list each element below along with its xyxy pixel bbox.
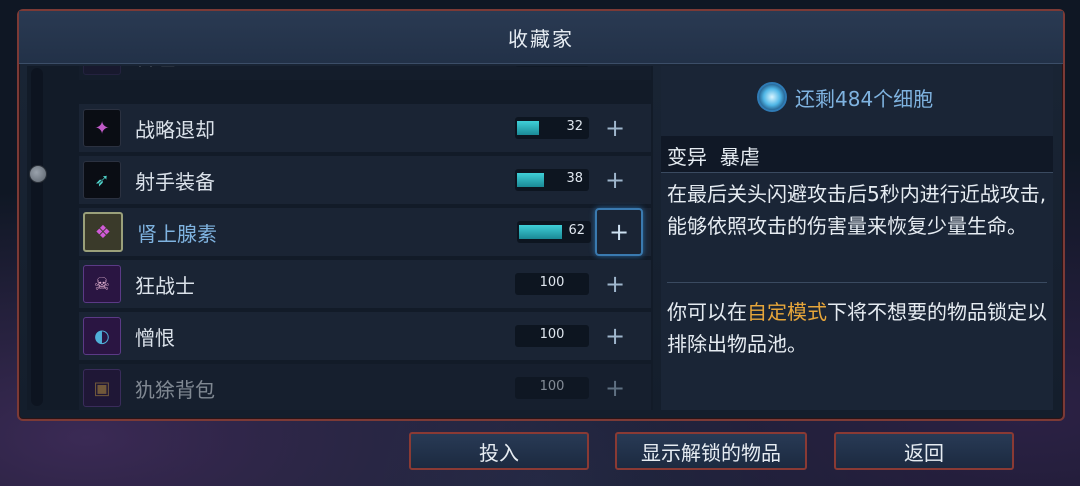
- collector-window: 收藏家 ⚗ 科理 + ✦ 战略退却 32 + ➶ 射手装备: [17, 9, 1065, 421]
- item-info-panel: 还剩484个细胞 变异 暴虐 在最后关头闪避攻击后5秒内进行近战攻击,能够依照攻…: [661, 66, 1053, 410]
- progress-bar: 100: [515, 325, 589, 347]
- custom-mode-link: 自定模式: [747, 300, 827, 324]
- item-name: 憎恨: [135, 325, 175, 350]
- lab-icon: ⚗: [83, 66, 121, 75]
- add-button[interactable]: +: [593, 366, 637, 410]
- item-name: 犰狳背包: [135, 377, 215, 402]
- list-item-selected[interactable]: ❖ 肾上腺素 62 +: [79, 208, 651, 260]
- custom-mode-hint: 你可以在自定模式下将不想要的物品锁定以排除出物品池。: [667, 296, 1047, 360]
- progress-bar: 32: [515, 117, 589, 139]
- item-description: 在最后关头闪避攻击后5秒内进行近战攻击,能够依照攻击的伤害量来恢复少量生命。: [667, 182, 1047, 238]
- mutation-header: 变异 暴虐: [661, 136, 1053, 173]
- title-bar: 收藏家: [19, 11, 1063, 64]
- list-item[interactable]: ▣ 犰狳背包 100 +: [79, 364, 651, 410]
- cell-counter: 还剩484个细胞: [757, 82, 933, 112]
- progress-value: 32: [566, 119, 583, 134]
- window-title: 收藏家: [508, 26, 574, 51]
- progress-bar: 62: [517, 221, 591, 243]
- list-item[interactable]: ✦ 战略退却 32 +: [79, 104, 651, 156]
- divider: [667, 282, 1047, 283]
- progress-fill: [517, 121, 539, 135]
- invest-button[interactable]: 投入: [409, 432, 589, 470]
- hint-prefix: 你可以在: [667, 300, 747, 324]
- item-name: 狂战士: [135, 273, 195, 298]
- mutation-label: 变异 暴虐: [667, 145, 760, 169]
- adrenaline-icon: ❖: [83, 212, 123, 252]
- item-name: 肾上腺素: [137, 221, 217, 246]
- cells-remaining: 还剩484个细胞: [795, 86, 934, 111]
- item-name: 科理: [135, 66, 495, 71]
- progress-bar: 100: [515, 377, 589, 399]
- scrollbar[interactable]: [29, 68, 47, 406]
- progress-value: 100: [539, 379, 565, 394]
- add-button[interactable]: +: [593, 262, 637, 306]
- scrollbar-thumb[interactable]: [29, 165, 47, 183]
- list-item[interactable]: ◐ 憎恨 100 +: [79, 312, 651, 364]
- berserker-icon: ☠: [83, 265, 121, 303]
- add-button[interactable]: +: [593, 158, 637, 202]
- list-item[interactable]: ⚗ 科理 +: [79, 66, 651, 84]
- back-button[interactable]: 返回: [834, 432, 1014, 470]
- hatred-icon: ◐: [83, 317, 121, 355]
- list-item[interactable]: ➶ 射手装备 38 +: [79, 156, 651, 208]
- progress-fill: [519, 225, 562, 239]
- add-button[interactable]: +: [593, 106, 637, 150]
- add-button[interactable]: +: [593, 314, 637, 358]
- progress-fill: [517, 173, 544, 187]
- progress-value: 100: [539, 327, 565, 342]
- item-name: 战略退却: [135, 117, 215, 142]
- progress-value: 38: [566, 171, 583, 186]
- progress-bar: [515, 66, 589, 67]
- add-button[interactable]: +: [593, 66, 637, 78]
- backpack-icon: ▣: [83, 369, 121, 407]
- item-name: 射手装备: [135, 169, 215, 194]
- progress-bar: 38: [515, 169, 589, 191]
- cell-icon: [757, 82, 787, 112]
- item-list: ⚗ 科理 + ✦ 战略退却 32 + ➶ 射手装备 38 +: [27, 66, 653, 410]
- progress-value: 62: [568, 223, 585, 238]
- add-button[interactable]: +: [595, 208, 643, 256]
- progress-value: 100: [539, 275, 565, 290]
- show-unlocked-button[interactable]: 显示解锁的物品: [615, 432, 807, 470]
- retreat-icon: ✦: [83, 109, 121, 147]
- list-item[interactable]: ☠ 狂战士 100 +: [79, 260, 651, 312]
- archer-gear-icon: ➶: [83, 161, 121, 199]
- progress-bar: 100: [515, 273, 589, 295]
